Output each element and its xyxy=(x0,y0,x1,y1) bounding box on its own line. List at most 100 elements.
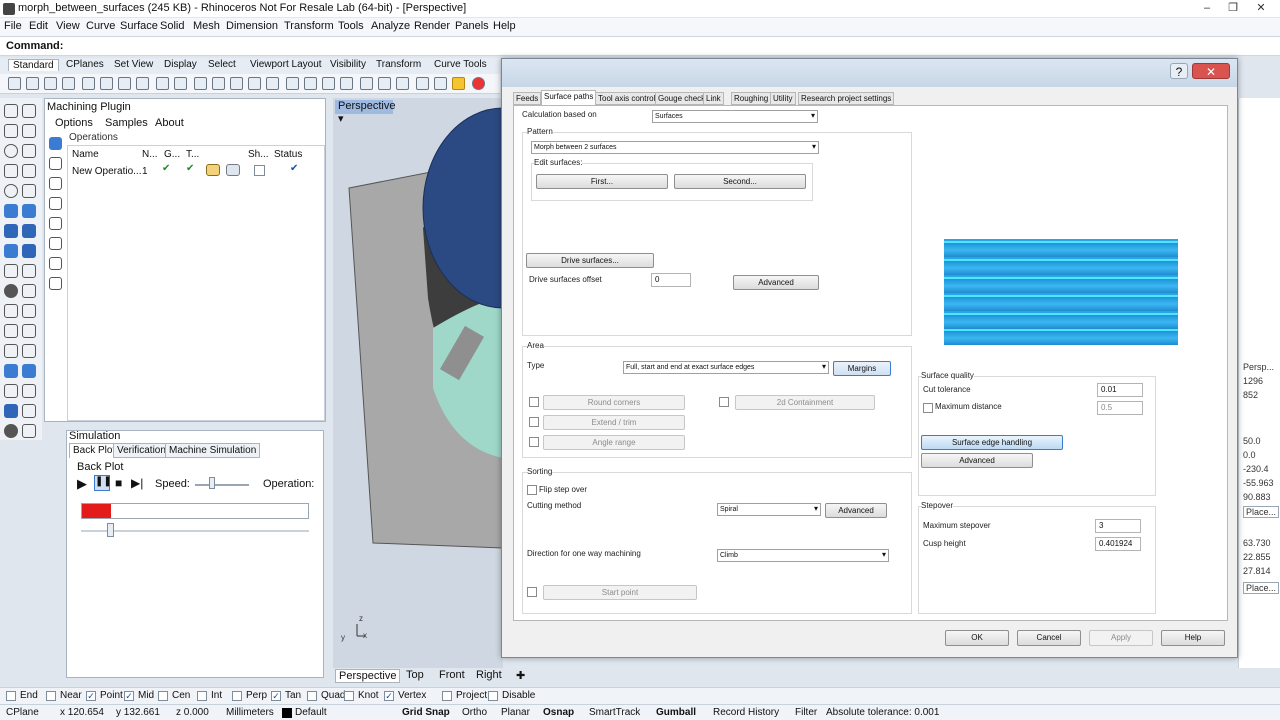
zoom-window-icon[interactable] xyxy=(230,77,243,90)
cutting-advanced-button[interactable]: Advanced xyxy=(825,503,887,518)
maximize-icon[interactable]: ❐ xyxy=(1220,0,1246,16)
duplicate-icon[interactable] xyxy=(118,77,131,90)
place-camera-button[interactable]: Place... xyxy=(1243,506,1280,518)
menu-help[interactable]: Help xyxy=(493,20,516,32)
max-stepover-input[interactable]: 3 xyxy=(1095,519,1141,533)
menu-surface[interactable]: Surface xyxy=(120,20,158,32)
tab-front[interactable]: Front xyxy=(436,669,468,681)
tab-research-project-settings[interactable]: Research project settings xyxy=(798,92,895,105)
edit-operation-icon[interactable] xyxy=(49,177,62,190)
fillet-icon[interactable] xyxy=(4,264,18,278)
filter-toggle[interactable]: Filter xyxy=(795,707,817,718)
perspective-viewport[interactable]: Perspective ▾ z y x xyxy=(333,98,503,668)
play-icon[interactable]: ▶ xyxy=(77,476,87,492)
smarttrack-toggle[interactable]: SmartTrack xyxy=(589,707,640,718)
tab-transform[interactable]: Transform xyxy=(372,59,425,70)
stop-icon[interactable]: ■ xyxy=(115,476,122,490)
dialog-close-icon[interactable]: ✕ xyxy=(1192,63,1230,79)
show-checkbox[interactable] xyxy=(254,165,265,176)
menu-edit[interactable]: Edit xyxy=(29,20,48,32)
tab-machine-simulation[interactable]: Machine Simulation xyxy=(165,443,261,458)
zoom-selected-icon[interactable] xyxy=(266,77,279,90)
shade-icon[interactable] xyxy=(434,77,447,90)
menu-mesh[interactable]: Mesh xyxy=(193,20,220,32)
group-icon[interactable] xyxy=(4,344,18,358)
tab-perspective[interactable]: Perspective xyxy=(335,669,401,683)
direction-select[interactable]: Climb xyxy=(717,549,889,562)
tab-utility[interactable]: Utility xyxy=(770,92,796,105)
move-icon[interactable] xyxy=(304,77,317,90)
copy-operation-icon[interactable] xyxy=(49,197,62,210)
place-target-button[interactable]: Place... xyxy=(1243,582,1280,594)
containment-button[interactable]: 2d Containment xyxy=(735,395,875,410)
layer-icon[interactable] xyxy=(4,364,18,378)
rotate-view-icon[interactable] xyxy=(194,77,207,90)
pattern-select[interactable]: Morph between 2 surfaces xyxy=(531,141,819,154)
zoom-extents-icon[interactable] xyxy=(248,77,261,90)
second-surface-button[interactable]: Second... xyxy=(674,174,806,189)
calc-based-on-select[interactable]: Surfaces xyxy=(652,110,818,123)
plugin-menu-about[interactable]: About xyxy=(155,117,184,129)
close-icon[interactable]: ✕ xyxy=(1248,0,1274,16)
help-button[interactable]: Help xyxy=(1161,630,1225,646)
tab-tool-axis-control[interactable]: Tool axis control xyxy=(595,92,659,105)
tab-top[interactable]: Top xyxy=(403,669,427,681)
round-corners-button[interactable]: Round corners xyxy=(543,395,685,410)
color-wheel-icon[interactable] xyxy=(472,77,485,90)
tab-cplanes[interactable]: CPlanes xyxy=(62,59,108,70)
mesh-icon[interactable] xyxy=(4,244,18,258)
menu-dimension[interactable]: Dimension xyxy=(226,20,278,32)
check-icon[interactable] xyxy=(22,404,36,418)
offset-icon[interactable] xyxy=(22,264,36,278)
polygon-icon[interactable] xyxy=(22,164,36,178)
menu-render[interactable]: Render xyxy=(414,20,450,32)
circle-tool-icon[interactable] xyxy=(4,144,18,158)
add-viewport-icon[interactable]: ✚ xyxy=(513,669,528,682)
explode-icon[interactable] xyxy=(4,324,18,338)
text-icon[interactable] xyxy=(22,384,36,398)
plugin-menu-samples[interactable]: Samples xyxy=(105,117,148,129)
ortho-toggle[interactable]: Ortho xyxy=(462,707,487,718)
surface-edge-icon[interactable] xyxy=(22,204,36,218)
open-file-icon[interactable] xyxy=(26,77,39,90)
osnap-end-checkbox[interactable] xyxy=(6,691,16,701)
max-distance-input[interactable]: 0.5 xyxy=(1097,401,1143,415)
col-name[interactable]: Name xyxy=(72,149,99,160)
copy-icon[interactable] xyxy=(82,77,95,90)
first-surface-button[interactable]: First... xyxy=(536,174,668,189)
tab-right[interactable]: Right xyxy=(473,669,505,681)
osnap-quad-checkbox[interactable] xyxy=(307,691,317,701)
join-icon[interactable] xyxy=(22,304,36,318)
grid-snap-toggle[interactable]: Grid Snap xyxy=(402,707,450,718)
array-icon[interactable] xyxy=(22,324,36,338)
add-operation-icon[interactable] xyxy=(49,137,62,150)
max-distance-checkbox[interactable] xyxy=(923,403,933,413)
menu-curve[interactable]: Curve xyxy=(86,20,115,32)
osnap-vertex-checkbox[interactable]: ✓ xyxy=(384,691,394,701)
ellipse-icon[interactable] xyxy=(4,184,18,198)
speed-slider[interactable] xyxy=(195,484,249,486)
select-icon[interactable] xyxy=(322,77,335,90)
osnap-project-checkbox[interactable] xyxy=(442,691,452,701)
paste-icon[interactable] xyxy=(136,77,149,90)
angle-range-button[interactable]: Angle range xyxy=(543,435,685,450)
analyze-icon[interactable] xyxy=(4,404,18,418)
extend-trim-button[interactable]: Extend / trim xyxy=(543,415,685,430)
tab-standard[interactable]: Standard xyxy=(8,59,59,71)
drive-offset-input[interactable]: 0 xyxy=(651,273,691,287)
osnap-disable-checkbox[interactable] xyxy=(488,691,498,701)
step-forward-icon[interactable]: ▶| xyxy=(131,476,143,490)
containment-checkbox[interactable] xyxy=(719,397,729,407)
render-tool-icon[interactable] xyxy=(4,424,18,438)
lock-icon[interactable] xyxy=(416,77,429,90)
planar-toggle[interactable]: Planar xyxy=(501,707,530,718)
cut-tolerance-input[interactable]: 0.01 xyxy=(1097,383,1143,397)
calculate-icon[interactable] xyxy=(226,164,240,176)
surface-icon[interactable] xyxy=(4,204,18,218)
dimension-icon[interactable] xyxy=(4,384,18,398)
menu-panels[interactable]: Panels xyxy=(455,20,489,32)
record-history-toggle[interactable]: Record History xyxy=(713,707,779,718)
pan-icon[interactable] xyxy=(174,77,187,90)
tab-surface-paths[interactable]: Surface paths xyxy=(541,90,597,106)
quality-advanced-button[interactable]: Advanced xyxy=(921,453,1033,468)
